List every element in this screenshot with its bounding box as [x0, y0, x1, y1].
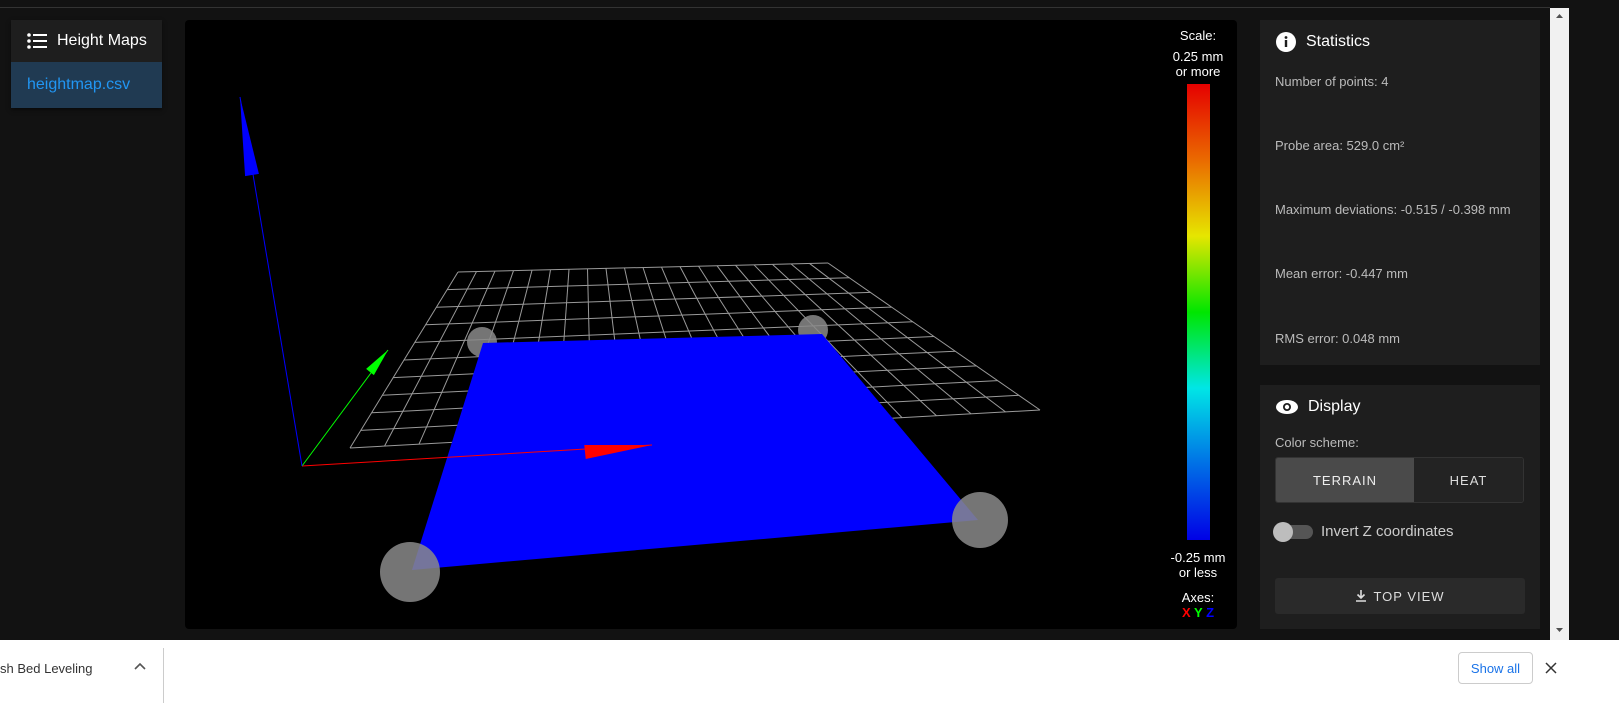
- stat-points: Number of points: 4: [1275, 74, 1389, 89]
- grid-line: [457, 262, 829, 273]
- display-header: Display: [1260, 385, 1540, 429]
- statistics-header: Statistics: [1260, 20, 1540, 64]
- info-icon: [1276, 32, 1296, 52]
- eye-icon: [1276, 400, 1298, 414]
- axes-title: Axes:: [1181, 590, 1215, 605]
- stat-rms: RMS error: 0.048 mm: [1275, 331, 1400, 346]
- download-bar: sh Bed Leveling Show all: [0, 640, 1619, 703]
- top-border: [0, 0, 1550, 8]
- stat-mean: Mean error: -0.447 mm: [1275, 266, 1408, 281]
- statistics-panel: Statistics Number of points: 4 Probe are…: [1260, 20, 1540, 365]
- scale-max: 0.25 mm: [1172, 49, 1224, 64]
- statistics-title: Statistics: [1306, 33, 1371, 50]
- top-view-button[interactable]: TOP VIEW: [1275, 578, 1525, 614]
- y-axis-arrow: [366, 350, 388, 376]
- axis-y-label: Y: [1194, 605, 1203, 620]
- probe-point: [380, 542, 440, 602]
- color-scheme-label: Color scheme:: [1275, 435, 1359, 450]
- top-view-label: TOP VIEW: [1373, 588, 1445, 604]
- axes-legend: X Y Z: [1160, 605, 1236, 620]
- 3d-scene[interactable]: [185, 20, 1237, 629]
- chevron-up-icon[interactable]: [134, 662, 146, 670]
- scale-min: -0.25 mm: [1170, 550, 1226, 565]
- axis-z-label: Z: [1206, 605, 1215, 620]
- grid-line: [436, 291, 871, 308]
- scrollbar-arrows: [1556, 14, 1563, 632]
- display-panel: Display Color scheme: TERRAIN HEAT Inver…: [1260, 385, 1540, 629]
- z-axis-arrow: [240, 97, 259, 177]
- scale-max-sub: or more: [1175, 64, 1221, 79]
- heightmap-surface: [412, 334, 978, 570]
- invert-z-label: Invert Z coordinates: [1321, 523, 1454, 540]
- probe-point: [952, 492, 1008, 548]
- height-maps-title: Height Maps: [57, 32, 147, 49]
- list-icon: [27, 33, 47, 49]
- scrollbar[interactable]: [1550, 8, 1569, 640]
- height-maps-panel: Height Maps heightmap.csv: [11, 20, 162, 108]
- stat-area: Probe area: 529.0 cm²: [1275, 138, 1405, 153]
- height-maps-header: Height Maps: [11, 20, 162, 62]
- axis-x-label: X: [1181, 605, 1191, 620]
- terrain-button[interactable]: TERRAIN: [1276, 458, 1414, 502]
- heightmap-3d-viewer[interactable]: [185, 20, 1237, 629]
- download-icon: [1356, 590, 1367, 602]
- color-scale-bar: [1187, 84, 1210, 540]
- download-file-name[interactable]: sh Bed Leveling: [0, 661, 93, 676]
- stat-deviations: Maximum deviations: -0.515 / -0.398 mm: [1275, 202, 1511, 217]
- toggle-switch[interactable]: [1273, 521, 1313, 542]
- heightmap-file-item[interactable]: heightmap.csv: [11, 62, 162, 108]
- display-title: Display: [1308, 398, 1361, 415]
- color-scheme-toggle: TERRAIN HEAT: [1275, 457, 1524, 503]
- heat-button[interactable]: HEAT: [1414, 458, 1523, 502]
- show-all-button[interactable]: Show all: [1458, 652, 1533, 684]
- grid-line: [447, 277, 850, 291]
- scale-min-sub: or less: [1178, 565, 1218, 580]
- scale-title: Scale:: [1179, 28, 1217, 43]
- close-icon[interactable]: [1545, 662, 1557, 674]
- invert-z-toggle[interactable]: Invert Z coordinates: [1273, 521, 1454, 542]
